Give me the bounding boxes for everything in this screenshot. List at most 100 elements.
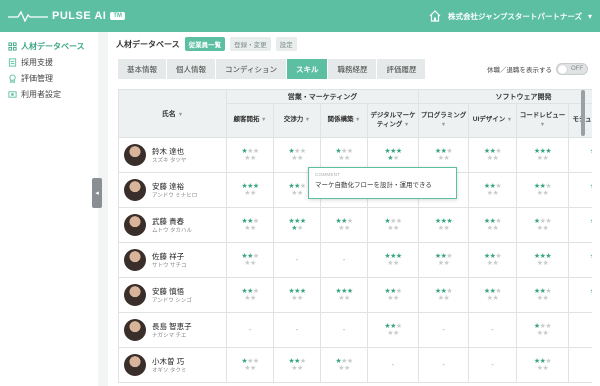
skill-cell[interactable]: - <box>418 347 470 383</box>
skill-cell[interactable]: ★★★★★ <box>568 242 592 278</box>
employee-cell[interactable]: 小木曽 巧オギソ タクミ <box>118 347 227 383</box>
column-header-skill[interactable]: コードレビュー ▼ <box>516 103 570 138</box>
skill-cell[interactable]: - <box>468 312 518 348</box>
star-rating: ★★★★★ <box>384 322 402 337</box>
skill-cell[interactable]: ★★★★★ <box>418 277 470 313</box>
skill-cell[interactable]: - <box>273 312 321 348</box>
star-rating: ★★★★★ <box>533 147 552 162</box>
skill-cell[interactable]: ★★★★★ <box>320 277 368 313</box>
skill-cell[interactable]: ★★★★★ <box>516 277 570 313</box>
skill-cell[interactable]: ★★★★★ <box>226 347 274 383</box>
sidebar-item-user-settings[interactable]: 利用者設定 <box>0 86 98 102</box>
brand-logo[interactable]: PULSE AI TM <box>8 9 125 23</box>
skill-cell[interactable]: - <box>468 347 518 383</box>
skill-cell[interactable]: ★★★★★ <box>418 207 470 243</box>
skill-cell[interactable]: ★★★★★ <box>226 137 274 173</box>
tab-career[interactable]: 職務経歴 <box>328 59 377 79</box>
skill-cell[interactable]: - <box>320 242 368 278</box>
company-name[interactable]: 株式会社ジャンプスタートパートナーズ <box>448 11 582 22</box>
view-pill-register[interactable]: 登録・変更 <box>230 37 271 51</box>
skill-cell[interactable]: ★★★★★ <box>273 207 321 243</box>
skill-cell[interactable]: - <box>273 242 321 278</box>
skill-cell[interactable]: ★★★★★ <box>516 312 570 348</box>
skill-cell[interactable]: ★★★★★ <box>320 207 368 243</box>
skill-cell[interactable]: - <box>568 312 592 348</box>
column-header-skill[interactable]: 関係構築 ▼ <box>320 103 368 138</box>
skill-cell[interactable]: ★★★★★ <box>366 312 420 348</box>
empty-skill: - <box>295 326 299 334</box>
star-rating: ★★★★★ <box>533 182 552 197</box>
skill-cell[interactable]: ★★★★★ <box>226 277 274 313</box>
table-row[interactable]: 長島 智恵子ナガシマ チエ - - - ★★★★★ - - ★★★★★ - <box>118 312 592 348</box>
skill-cell[interactable]: - <box>366 347 420 383</box>
skill-cell[interactable]: ★★★★★ <box>320 347 368 383</box>
skill-cell[interactable]: - <box>568 347 592 383</box>
tab-skill[interactable]: スキル <box>286 59 328 79</box>
column-header-skill[interactable]: UIデザイン ▼ <box>468 103 518 138</box>
skill-cell[interactable]: - <box>226 312 274 348</box>
column-header-skill[interactable]: 顧客開拓 ▼ <box>226 103 274 138</box>
column-header-label: 顧客開拓 <box>233 116 260 124</box>
star-rating: ★★★★★ <box>569 183 592 198</box>
column-header-skill[interactable]: プログラミング ▼ <box>418 103 470 138</box>
skill-cell[interactable]: ★★★★★ <box>366 242 420 278</box>
table-scrollbar[interactable] <box>581 90 585 136</box>
sidebar-item-recruiting[interactable]: 採用支援 <box>0 54 98 70</box>
skill-cell[interactable]: ★★★★★ <box>516 207 570 243</box>
employee-name: 長島 智恵子 <box>152 321 192 331</box>
tab-personal-info[interactable]: 個人情報 <box>167 59 215 79</box>
skill-cell[interactable]: ★★★★★ <box>468 242 518 278</box>
view-pill-employee-list[interactable]: 従業員一覧 <box>184 37 226 51</box>
retired-toggle[interactable]: OFF <box>556 63 588 75</box>
skill-cell[interactable]: ★★★★★ <box>568 277 592 313</box>
skill-cell[interactable]: ★★★★★ <box>568 172 592 208</box>
skill-cell[interactable]: ★★★★★ <box>468 277 518 313</box>
employee-cell[interactable]: 安藤 達裕 アンドウ ミナヒロ <box>118 172 227 208</box>
skill-table-container[interactable]: 氏名 ▼ 営業・マーケティング ソフトウェア開発 顧客開拓 ▼ 交渉力 ▼ 関係構築… <box>118 89 592 386</box>
skill-cell[interactable]: ★★★★★ <box>366 207 420 243</box>
table-row[interactable]: 武藤 貴春 ムトウ タカハル ★★★ ★★ ★★★ ★★ ★★★ ★★ ★★★ ★★ ★★★ ★★ ★★… <box>118 207 592 243</box>
skill-cell[interactable]: ★★★★★ <box>568 207 592 243</box>
skill-cell[interactable]: ★★★★★ <box>418 242 470 278</box>
skill-cell[interactable]: ★★★★★ <box>273 277 321 313</box>
employee-cell[interactable]: 安藤 慎悟 アンドウ シンゴ <box>118 277 227 313</box>
column-header-skill[interactable]: デジタルマーケティング ▼ <box>366 103 420 138</box>
empty-skill: - <box>342 326 346 334</box>
tab-condition[interactable]: コンディション <box>216 59 286 79</box>
column-header-name[interactable]: 氏名 ▼ <box>118 89 227 138</box>
table-row[interactable]: 佐藤 祥子サトウ サチコ ★★★★★ - - ★★★★★ ★★★★★ ★★★★★ ★★★★★ ★… <box>118 242 592 278</box>
employee-cell[interactable]: 鈴木 達也 スズキ タツヤ <box>118 137 227 173</box>
column-header-skill[interactable]: 交渉力 ▼ <box>273 103 321 138</box>
skill-cell[interactable]: ★★★★★ <box>468 207 518 243</box>
star-rating: ★★★★★ <box>434 252 453 267</box>
table-row[interactable]: 安藤 慎悟 アンドウ シンゴ ★★★ ★★ ★★★ ★★ ★★★ ★★ ★★★ ★★ ★★★ ★★ ★★… <box>118 277 592 313</box>
tab-basic-info[interactable]: 基本情報 <box>118 59 166 79</box>
skill-cell[interactable]: ★★★★★ <box>226 242 274 278</box>
skill-cell[interactable]: ★★★★★ <box>568 137 592 173</box>
sidebar-item-evaluation[interactable]: 評価管理 <box>0 70 98 86</box>
skill-cell[interactable]: ★★★★★ <box>226 172 274 208</box>
view-pill-settings[interactable]: 設定 <box>275 37 297 51</box>
skill-cell[interactable]: ★★★★★ <box>468 172 518 208</box>
skill-cell[interactable]: ★★★★★ <box>226 207 274 243</box>
skill-cell[interactable]: - <box>418 312 470 348</box>
table-row[interactable]: 小木曽 巧オギソ タクミ ★★★★★ ★★★★★ ★★★★★ - - - ★★★★★ - <box>118 347 592 383</box>
employee-kana: ムトウ タカハル <box>152 227 193 234</box>
skill-cell[interactable]: ★★★★★ <box>516 242 570 278</box>
skill-cell[interactable]: ★★★★★ <box>366 277 420 313</box>
skill-cell[interactable]: ★★★★★ <box>273 347 321 383</box>
skill-cell[interactable]: ★★★★★ <box>468 137 518 173</box>
chevron-down-icon[interactable]: ▾ <box>588 12 592 21</box>
skill-cell[interactable]: - <box>320 312 368 348</box>
skill-cell[interactable]: ★★★★★ <box>516 137 570 173</box>
sidebar-item-talent-db[interactable]: 人材データベース <box>0 38 98 54</box>
employee-cell[interactable]: 武藤 貴春 ムトウ タカハル <box>118 207 227 243</box>
employee-cell[interactable]: 長島 智恵子 ナガシマ チエ <box>118 312 227 348</box>
tab-evaluation-history[interactable]: 評価履歴 <box>377 59 426 79</box>
skill-cell[interactable]: ★★★★★ <box>516 347 570 383</box>
empty-skill: - <box>491 361 494 369</box>
skill-cell[interactable]: ★★★★★ <box>516 172 570 208</box>
home-icon[interactable] <box>428 9 442 23</box>
employee-cell[interactable]: 佐藤 祥子 サトウ サチコ <box>118 242 227 278</box>
sidebar-collapse-button[interactable]: ◂ <box>92 178 102 208</box>
